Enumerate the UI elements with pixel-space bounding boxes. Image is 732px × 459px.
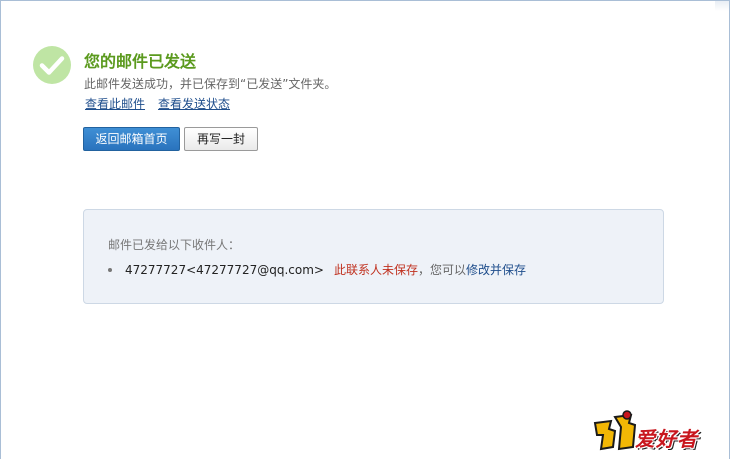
edit-and-save-link[interactable]: 修改并保存 <box>466 263 526 277</box>
recipient-heading: 邮件已发给以下收件人： <box>108 238 241 252</box>
bullet-icon <box>108 267 112 272</box>
corner-shade <box>715 1 729 11</box>
write-another-button[interactable]: 再写一封 <box>184 127 258 151</box>
logo-mascot-icon <box>593 410 637 451</box>
back-to-inbox-button[interactable]: 返回邮箱首页 <box>83 127 180 151</box>
recipient-box: 邮件已发给以下收件人： 47277727<47277727@qq.com> 此联系… <box>83 209 664 304</box>
view-status-link[interactable]: 查看发送状态 <box>158 95 230 112</box>
main-panel: 您的邮件已发送 此邮件发送成功，并已保存到“已发送”文件夹。 查看此邮件 查看发… <box>0 0 730 459</box>
success-description: 此邮件发送成功，并已保存到“已发送”文件夹。 <box>84 77 337 91</box>
watermark-text: 爱好者 <box>635 427 698 451</box>
recipient-address: 47277727<47277727@qq.com> <box>125 263 324 277</box>
page-title: 您的邮件已发送 <box>84 52 197 71</box>
check-circle-icon <box>33 46 71 84</box>
list-item: 47277727<47277727@qq.com> 此联系人未保存，您可以修改并保… <box>108 261 526 278</box>
save-hint: ，您可以 <box>417 263 466 277</box>
watermark-logo: 爱好者 <box>591 409 715 451</box>
view-mail-link[interactable]: 查看此邮件 <box>85 95 145 112</box>
unsaved-contact-notice: 此联系人未保存 <box>333 263 418 277</box>
